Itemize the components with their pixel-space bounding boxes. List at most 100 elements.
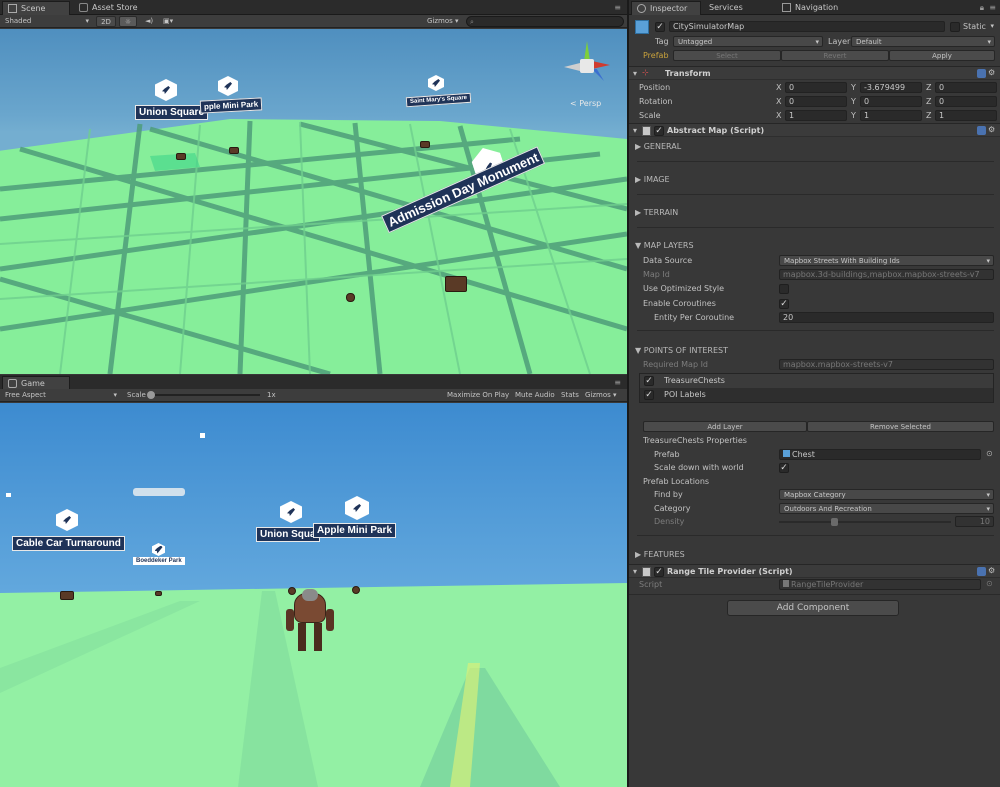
density-slider-thumb[interactable] [831,518,838,526]
tab-asset-store-label: Asset Store [92,3,138,12]
help-icon[interactable] [977,69,986,78]
transform-x-field[interactable]: 0 [785,96,847,107]
prefab-object-field[interactable]: Chest [779,449,981,460]
prefab-revert-button[interactable]: Revert [781,50,889,61]
scene-search-input[interactable]: ⌕ [466,16,624,27]
game-icon [8,379,17,388]
info-icon [637,4,646,13]
aspect-dropdown[interactable]: Free Aspect ▾ [2,390,120,401]
section-terrain[interactable]: ▶ TERRAIN [635,208,678,217]
tag-dropdown[interactable]: Untagged ▾ [673,36,823,47]
gear-icon[interactable]: ⚙ [988,125,995,134]
section-features[interactable]: ▶ FEATURES [635,550,685,559]
poi-layer-checkbox[interactable]: ✓ [644,376,654,386]
tab-services[interactable]: Services [703,1,773,15]
poi-label-text: Union Squa [260,529,316,540]
panel-menu-icon[interactable]: ≡ [989,3,996,12]
section-image[interactable]: ▶ IMAGE [635,175,670,184]
density-value-field[interactable]: 10 [955,516,994,527]
density-slider-track[interactable] [779,518,951,526]
remove-selected-button[interactable]: Remove Selected [807,421,994,432]
tab-scene[interactable]: Scene [2,1,70,15]
transform-z-field[interactable]: 0 [935,82,997,93]
transform-x-field[interactable]: 1 [785,110,847,121]
prefab-select-button[interactable]: Select [673,50,781,61]
character-marker [346,293,355,302]
axis-z-label: Z [926,111,932,120]
audio-toggle[interactable]: ◄) [140,16,158,27]
scale-slider[interactable] [147,391,260,399]
effects-dropdown[interactable]: ▣▾ [160,16,184,27]
persp-label[interactable]: < Persp [570,99,601,108]
required-map-id-label: Required Map Id [643,360,709,369]
static-dropdown[interactable]: ▾ [989,21,997,32]
help-icon[interactable] [977,567,986,576]
entity-per-coroutine-value: 20 [783,313,794,322]
help-icon[interactable] [977,126,986,135]
data-source-dropdown[interactable]: Mapbox Streets With Building Ids ▾ [779,255,994,266]
lock-icon[interactable]: 🔒︎ [980,3,984,13]
shading-dropdown[interactable]: Shaded ▾ [2,16,92,27]
object-picker-icon[interactable]: ⊙ [986,449,993,458]
section-general[interactable]: ▶ GENERAL [635,142,681,151]
scene-orientation-gizmo[interactable] [562,39,612,89]
section-separator [629,594,1000,595]
tab-asset-store[interactable]: Asset Store [74,1,146,15]
transform-y-field[interactable]: -3.679499 [860,82,922,93]
panel-menu-icon[interactable]: ≡ [614,378,621,387]
mode-2d-button[interactable]: 2D [96,16,116,27]
find-by-dropdown[interactable]: Mapbox Category ▾ [779,489,994,500]
entity-per-coroutine-field[interactable]: 20 [779,312,994,323]
poi-layer-checkbox[interactable]: ✓ [644,390,654,400]
treasure-chest [176,153,186,160]
component-enabled-checkbox[interactable]: ✓ [654,126,664,136]
tab-inspector[interactable]: Inspector [631,1,701,15]
component-enabled-checkbox[interactable]: ✓ [654,567,664,577]
section-image-label: IMAGE [643,175,670,184]
gear-icon[interactable]: ⚙ [988,68,995,77]
use-optimized-style-checkbox[interactable] [779,284,789,294]
tab-scene-label: Scene [21,4,46,13]
stats-toggle[interactable]: Stats [558,390,582,401]
tab-game[interactable]: Game [2,376,70,390]
add-layer-button[interactable]: Add Layer [643,421,807,432]
game-viewport[interactable]: Cable Car Turnaround Boeddeker Park Unio… [0,403,627,787]
add-component-button[interactable]: Add Component [727,600,899,616]
poi-layer-row[interactable]: ✓ POI Labels [640,388,993,402]
maximize-on-play-toggle[interactable]: Maximize On Play [444,390,512,401]
range-tile-provider-header[interactable]: ▾ ✓ Range Tile Provider (Script) ⚙ [629,564,1000,578]
section-map-layers[interactable]: ▼ MAP LAYERS [635,241,694,250]
mute-audio-toggle[interactable]: Mute Audio [512,390,558,401]
panel-menu-icon[interactable]: ≡ [614,3,621,12]
lighting-toggle[interactable]: ☼ [119,16,137,27]
abstract-map-header[interactable]: ▾ ✓ Abstract Map (Script) ⚙ [629,123,1000,137]
prefab-cube-icon [783,450,790,457]
category-dropdown[interactable]: Outdoors And Recreation ▾ [779,503,994,514]
tab-navigation[interactable]: Navigation [777,1,857,15]
transform-header[interactable]: ▾ ⊹ Transform ⚙ [629,66,1000,80]
transform-y-field[interactable]: 0 [860,96,922,107]
transform-y-value: 1 [864,111,870,120]
abstract-map-title: Abstract Map (Script) [667,126,765,135]
active-checkbox[interactable]: ✓ [655,22,665,32]
data-source-value: Mapbox Streets With Building Ids [784,257,900,265]
gizmos-dropdown[interactable]: Gizmos ▾ [424,16,464,27]
poi-layer-row[interactable]: ✓ TreasureChests [640,374,993,388]
game-gizmos-dropdown[interactable]: Gizmos ▾ [582,390,620,401]
gear-icon[interactable]: ⚙ [988,566,995,575]
transform-z-field[interactable]: 1 [935,110,997,121]
scene-tabbar: Scene Asset Store ≡ [0,0,627,15]
transform-x-field[interactable]: 0 [785,82,847,93]
static-checkbox[interactable] [950,22,960,32]
gameobject-name-field[interactable]: CitySimulatorMap [669,21,945,32]
scene-viewport[interactable]: Union Square pple Mini Park Saint Mary's… [0,29,627,374]
transform-z-field[interactable]: 0 [935,96,997,107]
enable-coroutines-checkbox[interactable]: ✓ [779,299,789,309]
transform-y-field[interactable]: 1 [860,110,922,121]
scale-slider-thumb[interactable] [147,391,155,399]
scale-value-text: 1x [267,391,276,399]
layer-dropdown[interactable]: Default ▾ [851,36,995,47]
scale-down-checkbox[interactable]: ✓ [779,463,789,473]
section-points-of-interest[interactable]: ▼ POINTS OF INTEREST [635,346,728,355]
prefab-apply-button[interactable]: Apply [889,50,995,61]
